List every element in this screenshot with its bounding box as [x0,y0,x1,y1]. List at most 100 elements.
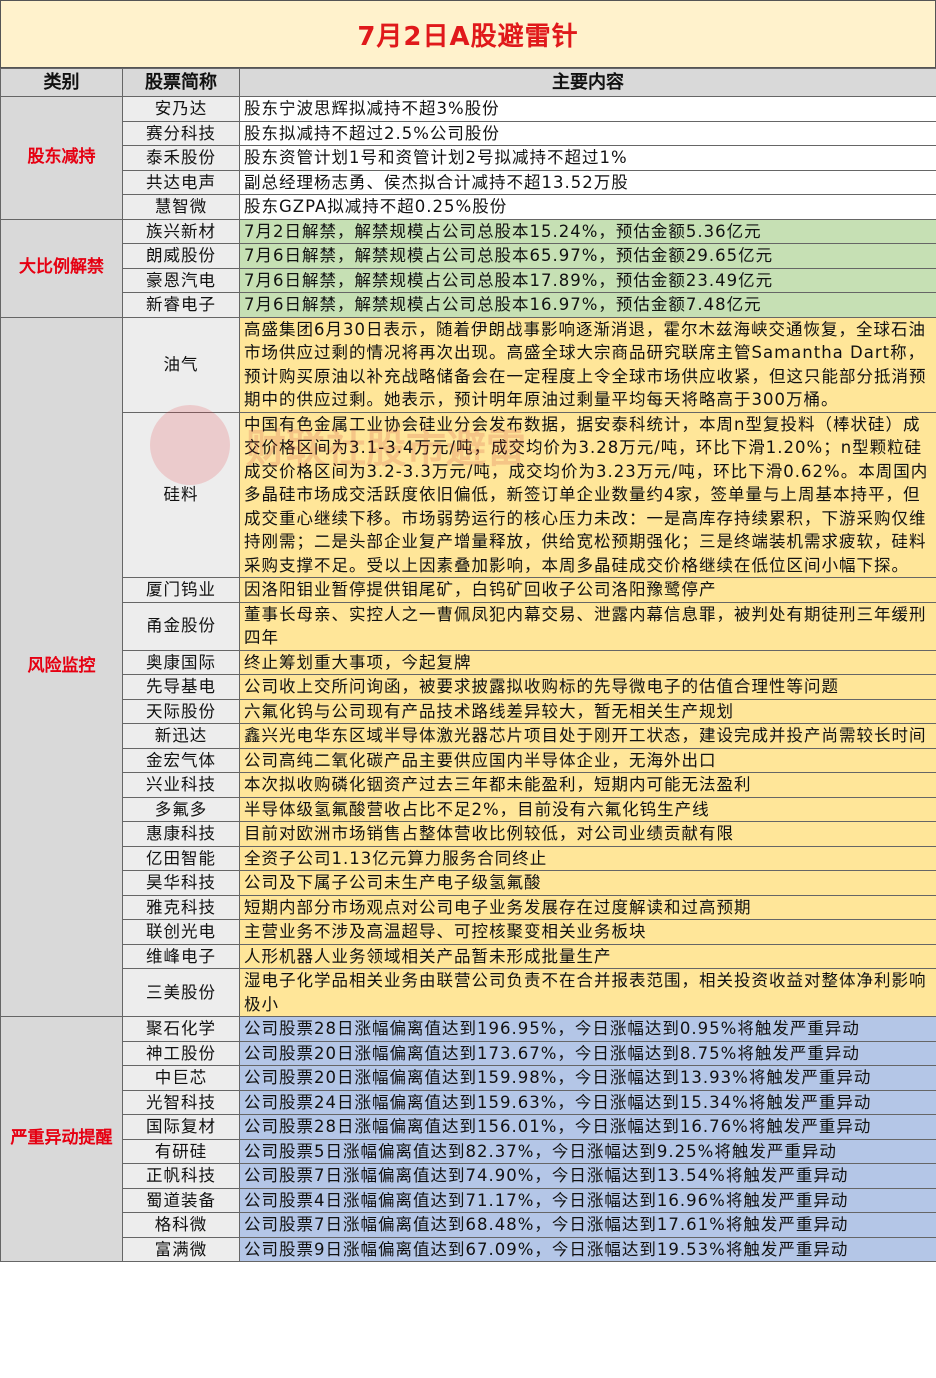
category-cell: 风险监控 [0,316,123,1017]
stock-name-cell: 格科微 [122,1212,240,1238]
table-body: 股东减持 安乃达 股东宁波思辉拟减持不超3%股份 赛分科技 股东拟减持不超过2.5%公司… [0,96,936,1262]
content-cell: 六氟化钨与公司现有产品技术路线差异较大，暂无相关生产规划 [239,698,936,724]
category-cell: 股东减持 [0,96,123,220]
stock-name-cell: 共达电声 [122,169,240,195]
table-row: 新睿电子 7月6日解禁，解禁规模占公司总股本16.97%，预估金额7.48亿元 [1,292,936,318]
stock-name-cell: 昊华科技 [122,870,240,896]
risk-table: 类别 股票简称 主要内容 股东减持 安乃达 股东宁波思辉拟减持不超3%股份 赛分科技股… [0,68,936,1262]
content-cell: 本次拟收购磷化铟资产过去三年都未能盈利，短期内可能无法盈利 [239,772,936,798]
content-cell: 人形机器人业务领域相关产品暂未形成批量生产 [239,943,936,969]
header-row: 类别 股票简称 主要内容 [0,68,936,97]
content-cell: 董事长母亲、实控人之一曹佩凤犯内幕交易、泄露内幕信息罪，被判处有期徒刑三年缓刑四… [239,601,936,651]
stock-name-cell: 天际股份 [122,698,240,724]
table-row: 中巨芯 公司股票20日涨幅偏离值达到159.98%，今日涨幅达到13.93%将触发… [1,1065,936,1091]
stock-name-cell: 雅克科技 [122,894,240,920]
content-cell: 公司收上交所问询函，被要求披露拟收购标的先导微电子的估值合理性等问题 [239,674,936,700]
table-row: 金宏气体 公司高纯二氧化碳产品主要供应国内半导体企业，无海外出口 [1,747,936,773]
stock-name-cell: 新迅达 [122,723,240,749]
content-cell: 半导体级氢氟酸营收占比不足2%，目前没有六氟化钨生产线 [239,796,936,822]
content-cell: 全资子公司1.13亿元算力服务合同终止 [239,845,936,871]
content-cell: 7月2日解禁，解禁规模占公司总股本15.24%，预估金额5.36亿元 [239,218,936,244]
stock-name-cell: 慧智微 [122,194,240,220]
content-cell: 湿电子化学品相关业务由联营公司负责不在合并报表范围，相关投资收益对整体净利影响极… [239,968,936,1017]
content-cell: 股东宁波思辉拟减持不超3%股份 [239,96,936,122]
stock-name-cell: 安乃达 [122,96,240,122]
content-cell: 副总经理杨志勇、侯杰拟合计减持不超13.52万股 [239,169,936,195]
stock-name-cell: 多氟多 [122,796,240,822]
content-cell: 目前对欧洲市场销售占整体营收比例较低，对公司业绩贡献有限 [239,821,936,847]
stock-name-cell: 联创光电 [122,919,240,945]
content-cell: 公司股票7日涨幅偏离值达到74.90%，今日涨幅达到13.54%将触发严重异动 [239,1163,936,1189]
stock-name-cell: 先导基电 [122,674,240,700]
content-cell: 中国有色金属工业协会硅业分会发布数据，据安泰科统计，本周n型复投料（棒状硅）成交… [239,411,936,578]
table-row: 大比例解禁 族兴新材 7月2日解禁，解禁规模占公司总股本15.24%，预估金额5.3… [0,218,936,318]
content-cell: 主营业务不涉及高温超导、可控核聚变相关业务板块 [239,919,936,945]
content-cell: 公司股票7日涨幅偏离值达到68.48%，今日涨幅达到17.61%将触发严重异动 [239,1212,936,1238]
stock-name-cell: 中巨芯 [122,1065,240,1091]
content-cell: 7月6日解禁，解禁规模占公司总股本16.97%，预估金额7.48亿元 [239,292,936,318]
table-row: 蜀道装备 公司股票4日涨幅偏离值达到71.17%，今日涨幅达到16.96%将触发严… [1,1187,936,1213]
content-cell: 公司股票28日涨幅偏离值达到196.95%，今日涨幅达到0.95%将触发严重异动 [239,1016,936,1042]
table-row: 赛分科技 股东拟减持不超过2.5%公司股份 [1,120,936,146]
table-row: 奥康国际 终止筹划重大事项，今起复牌 [1,649,936,675]
table-row: 天际股份 六氟化钨与公司现有产品技术路线差异较大，暂无相关生产规划 [1,698,936,724]
stock-name-cell: 硅料 [122,411,240,578]
page-title: 7月2日A股避雷针 [0,0,936,68]
content-cell: 公司及下属子公司未生产电子级氢氟酸 [239,870,936,896]
stock-name-cell: 有研硅 [122,1138,240,1164]
content-cell: 因洛阳钼业暂停提供钼尾矿，白钨矿回收子公司洛阳豫鹭停产 [239,577,936,603]
table-row: 新迅达 鑫兴光电华东区域半导体激光器芯片项目处于刚开工状态，建设完成并投产尚需较长… [1,723,936,749]
stock-name-cell: 泰禾股份 [122,145,240,171]
stock-name-cell: 豪恩汽电 [122,267,240,293]
table-row: 神工股份 公司股票20日涨幅偏离值达到173.67%，今日涨幅达到8.75%将触发… [1,1040,936,1066]
stock-name-cell: 光智科技 [122,1089,240,1115]
stock-name-cell: 富满微 [122,1236,240,1262]
table-row: 风险监控 油气 高盛集团6月30日表示，随着伊朗战事影响逐渐消退，霍尔木兹海峡交通恢… [0,316,936,1017]
content-cell: 公司股票9日涨幅偏离值达到67.09%，今日涨幅达到19.53%将触发严重异动 [239,1236,936,1262]
content-cell: 7月6日解禁，解禁规模占公司总股本65.97%，预估金额29.65亿元 [239,243,936,269]
table-row: 泰禾股份 股东资管计划1号和资管计划2号拟减持不超过1% [1,145,936,171]
content-cell: 股东GZPA拟减持不超0.25%股份 [239,194,936,220]
stock-name-cell: 赛分科技 [122,120,240,146]
table-row: 昊华科技 公司及下属子公司未生产电子级氢氟酸 [1,870,936,896]
category-cell: 严重异动提醒 [0,1016,123,1262]
table-row: 兴业科技 本次拟收购磷化铟资产过去三年都未能盈利，短期内可能无法盈利 [1,772,936,798]
stock-name-cell: 亿田智能 [122,845,240,871]
content-cell: 公司股票5日涨幅偏离值达到82.37%，今日涨幅达到9.25%将触发严重异动 [239,1138,936,1164]
header-category: 类别 [0,68,123,97]
stock-name-cell: 三美股份 [122,968,240,1017]
content-cell: 公司股票20日涨幅偏离值达到173.67%，今日涨幅达到8.75%将触发严重异动 [239,1040,936,1066]
stock-name-cell: 甬金股份 [122,601,240,651]
stock-name-cell: 奥康国际 [122,649,240,675]
content-cell: 高盛集团6月30日表示，随着伊朗战事影响逐渐消退，霍尔木兹海峡交通恢复，全球石油… [239,316,936,413]
stock-name-cell: 油气 [122,316,240,413]
table-row: 慧智微 股东GZPA拟减持不超0.25%股份 [1,194,936,220]
stock-name-cell: 金宏气体 [122,747,240,773]
table-row: 多氟多 半导体级氢氟酸营收占比不足2%，目前没有六氟化钨生产线 [1,796,936,822]
table-row: 硅料 中国有色金属工业协会硅业分会发布数据，据安泰科统计，本周n型复投料（棒状硅）… [1,411,936,578]
stock-name-cell: 兴业科技 [122,772,240,798]
table-row: 有研硅 公司股票5日涨幅偏离值达到82.37%，今日涨幅达到9.25%将触发严重异… [1,1138,936,1164]
content-cell: 股东资管计划1号和资管计划2号拟减持不超过1% [239,145,936,171]
stock-name-cell: 族兴新材 [122,218,240,244]
content-cell: 短期内部分市场观点对公司电子业务发展存在过度解读和过高预期 [239,894,936,920]
stock-name-cell: 神工股份 [122,1040,240,1066]
stock-name-cell: 厦门钨业 [122,577,240,603]
table-row: 富满微 公司股票9日涨幅偏离值达到67.09%，今日涨幅达到19.53%将触发严重… [1,1236,936,1262]
stock-name-cell: 聚石化学 [122,1016,240,1042]
category-cell: 大比例解禁 [0,218,123,318]
table-row: 共达电声 副总经理杨志勇、侯杰拟合计减持不超13.52万股 [1,169,936,195]
stock-name-cell: 蜀道装备 [122,1187,240,1213]
stock-name-cell: 维峰电子 [122,943,240,969]
content-cell: 公司股票20日涨幅偏离值达到159.98%，今日涨幅达到13.93%将触发严重异… [239,1065,936,1091]
stock-name-cell: 朗威股份 [122,243,240,269]
table-row: 亿田智能 全资子公司1.13亿元算力服务合同终止 [1,845,936,871]
table-row: 严重异动提醒 聚石化学 公司股票28日涨幅偏离值达到196.95%，今日涨幅达到0.… [0,1016,936,1262]
content-cell: 公司高纯二氧化碳产品主要供应国内半导体企业，无海外出口 [239,747,936,773]
table-row: 朗威股份 7月6日解禁，解禁规模占公司总股本65.97%，预估金额29.65亿元 [1,243,936,269]
content-cell: 股东拟减持不超过2.5%公司股份 [239,120,936,146]
table-row: 维峰电子 人形机器人业务领域相关产品暂未形成批量生产 [1,943,936,969]
stock-name-cell: 惠康科技 [122,821,240,847]
stock-name-cell: 新睿电子 [122,292,240,318]
header-stock-name: 股票简称 [122,68,240,97]
